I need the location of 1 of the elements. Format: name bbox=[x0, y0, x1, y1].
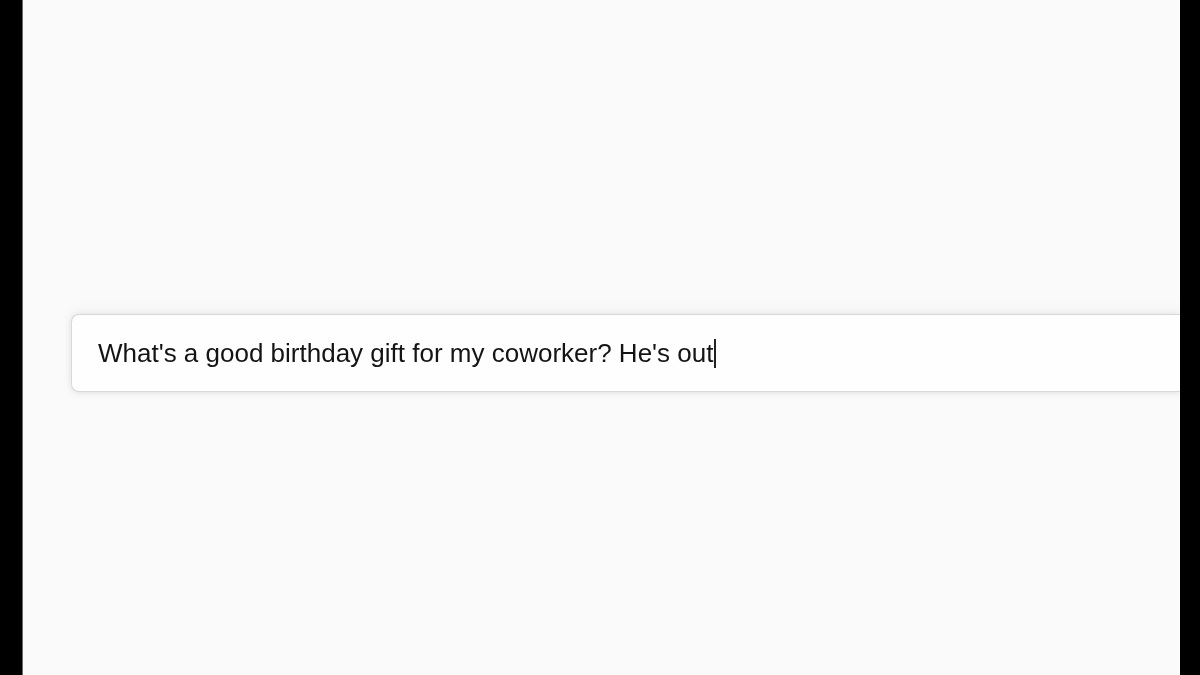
chat-input-field[interactable]: What's a good birthday gift for my coworker? He's out bbox=[71, 314, 1180, 392]
